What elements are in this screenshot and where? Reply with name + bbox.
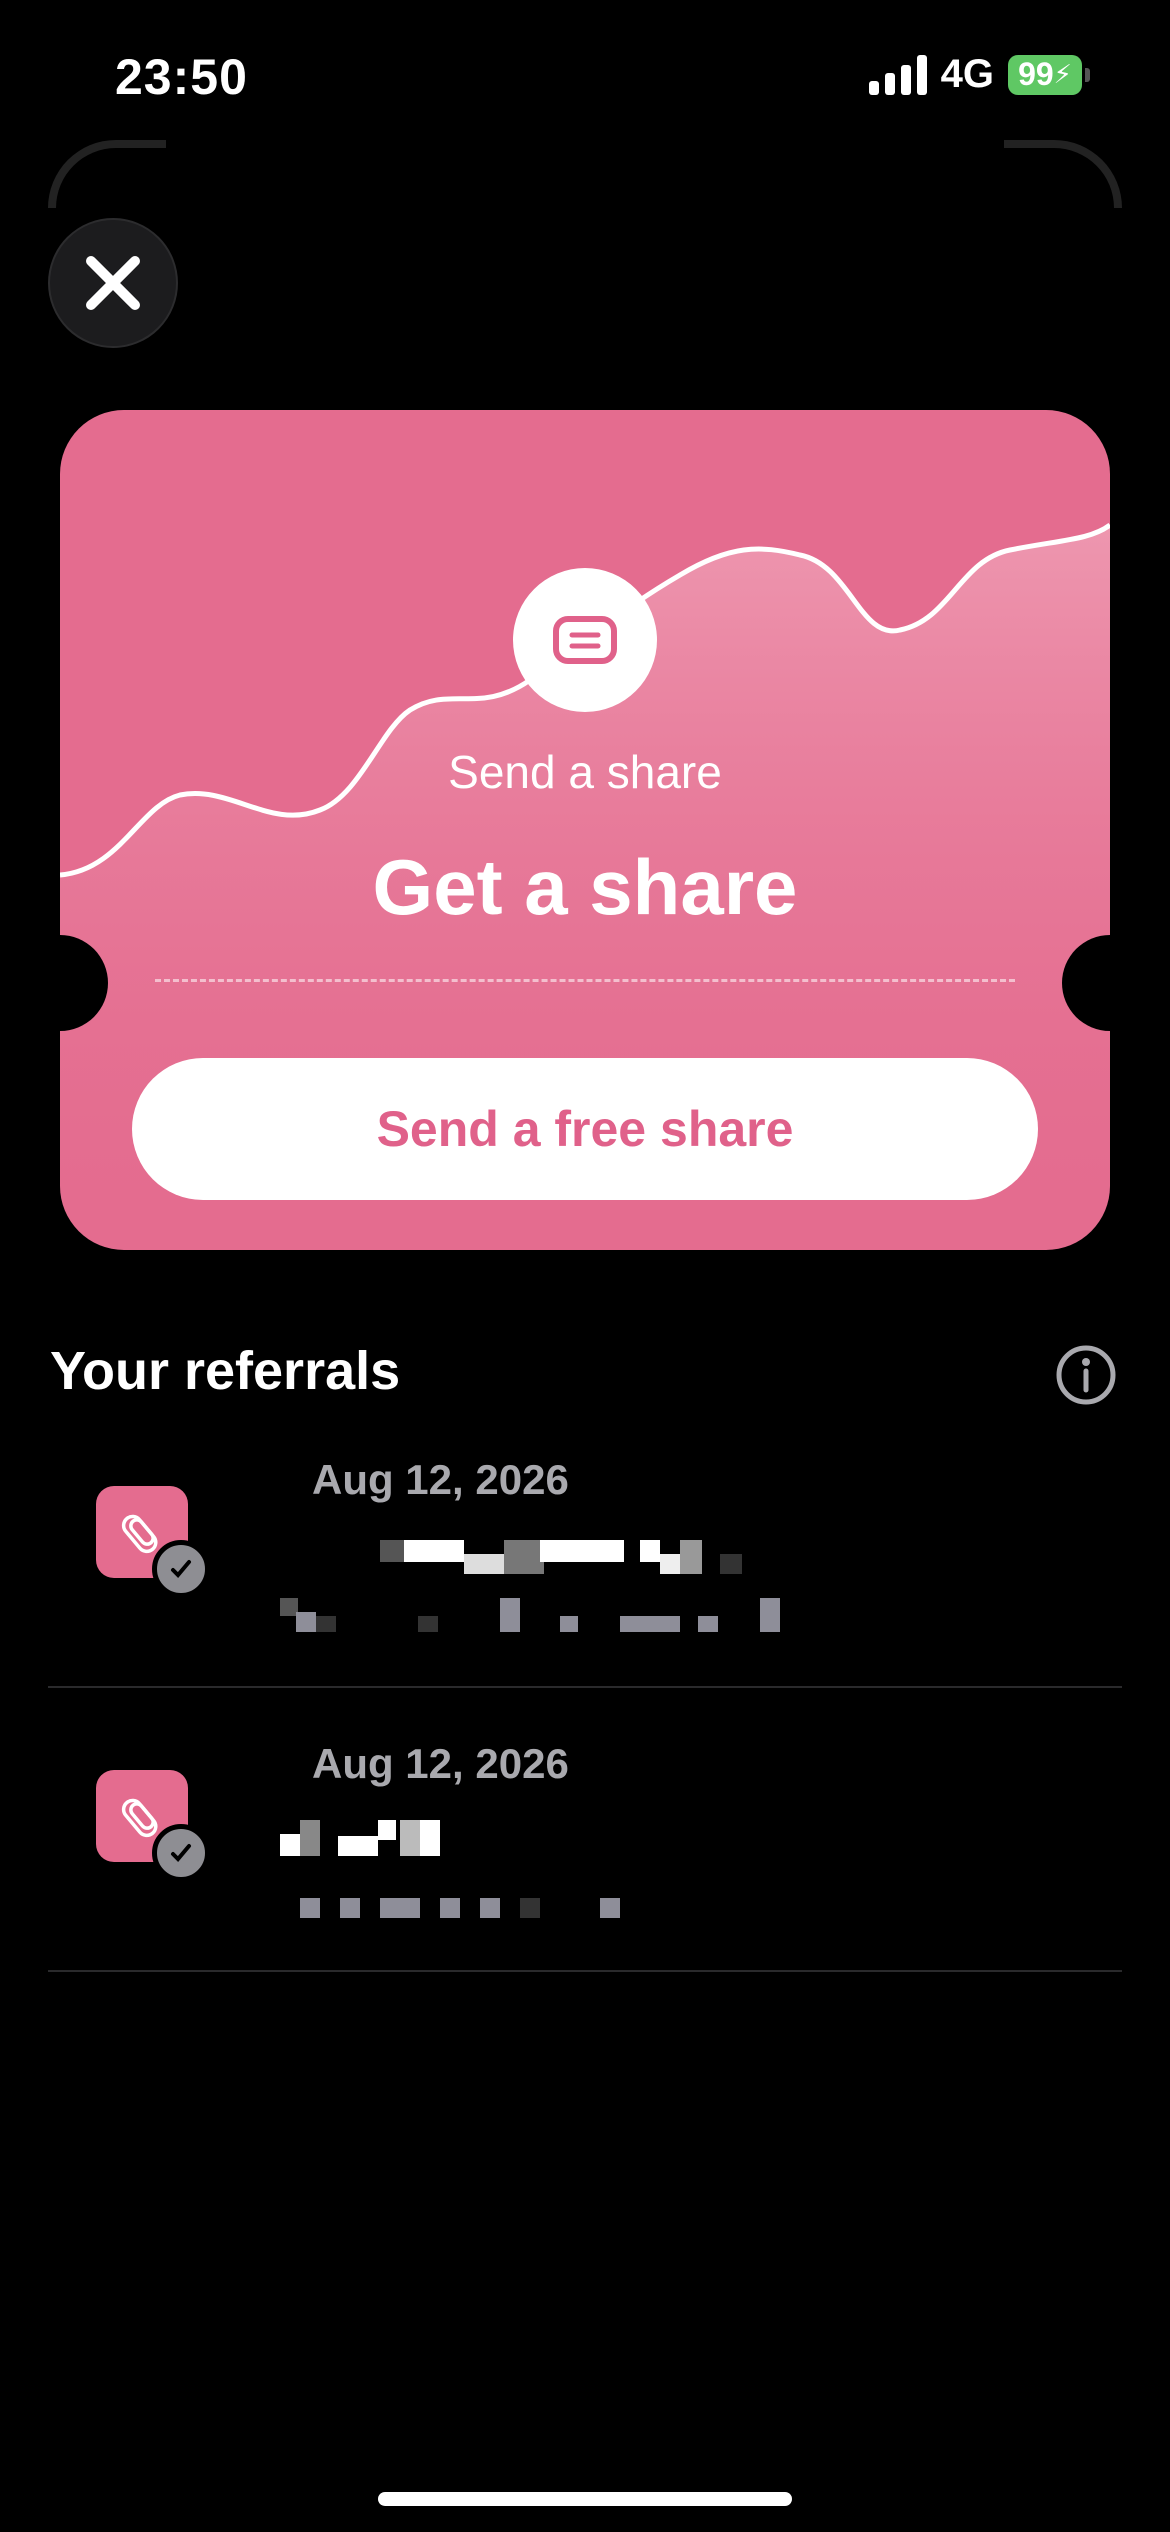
sheet-corner-left <box>48 140 166 208</box>
status-check-badge <box>152 1540 210 1598</box>
signal-icon <box>868 54 927 95</box>
referral-date: Aug 12, 2026 <box>312 1740 569 1787</box>
close-icon <box>86 256 140 310</box>
battery-icon: 99 ⚡ <box>1008 54 1090 95</box>
check-icon <box>171 1844 191 1862</box>
sheet-corner-right <box>1004 140 1122 208</box>
card-subtitle: Send a share <box>448 746 722 798</box>
ticket-notch-left <box>12 935 108 1031</box>
referrals-heading: Your referrals <box>50 1341 401 1401</box>
card-badge <box>513 568 657 712</box>
referral-row[interactable]: Aug 12, 2026 <box>48 1440 1122 1688</box>
status-indicators: 4G 99 ⚡ <box>868 52 1090 97</box>
ticket-notch-right <box>1062 935 1158 1031</box>
referral-card: Send a share Get a share Send a free sha… <box>60 410 1110 1250</box>
perforation-divider <box>155 979 1015 982</box>
card-title: Get a share <box>372 843 798 931</box>
close-button[interactable] <box>48 218 178 348</box>
send-free-share-button[interactable]: Send a free share <box>132 1058 1038 1200</box>
ticket-icon <box>553 616 617 664</box>
check-icon <box>171 1560 191 1578</box>
network-type: 4G <box>940 52 994 96</box>
info-icon[interactable] <box>1055 1344 1117 1406</box>
referral-date: Aug 12, 2026 <box>312 1456 569 1503</box>
battery-level: 99 <box>1018 56 1054 92</box>
status-time: 23:50 <box>115 49 248 105</box>
status-check-badge <box>152 1824 210 1882</box>
referral-row[interactable]: Aug 12, 2026 <box>48 1686 1122 1972</box>
home-indicator[interactable] <box>378 2492 792 2506</box>
